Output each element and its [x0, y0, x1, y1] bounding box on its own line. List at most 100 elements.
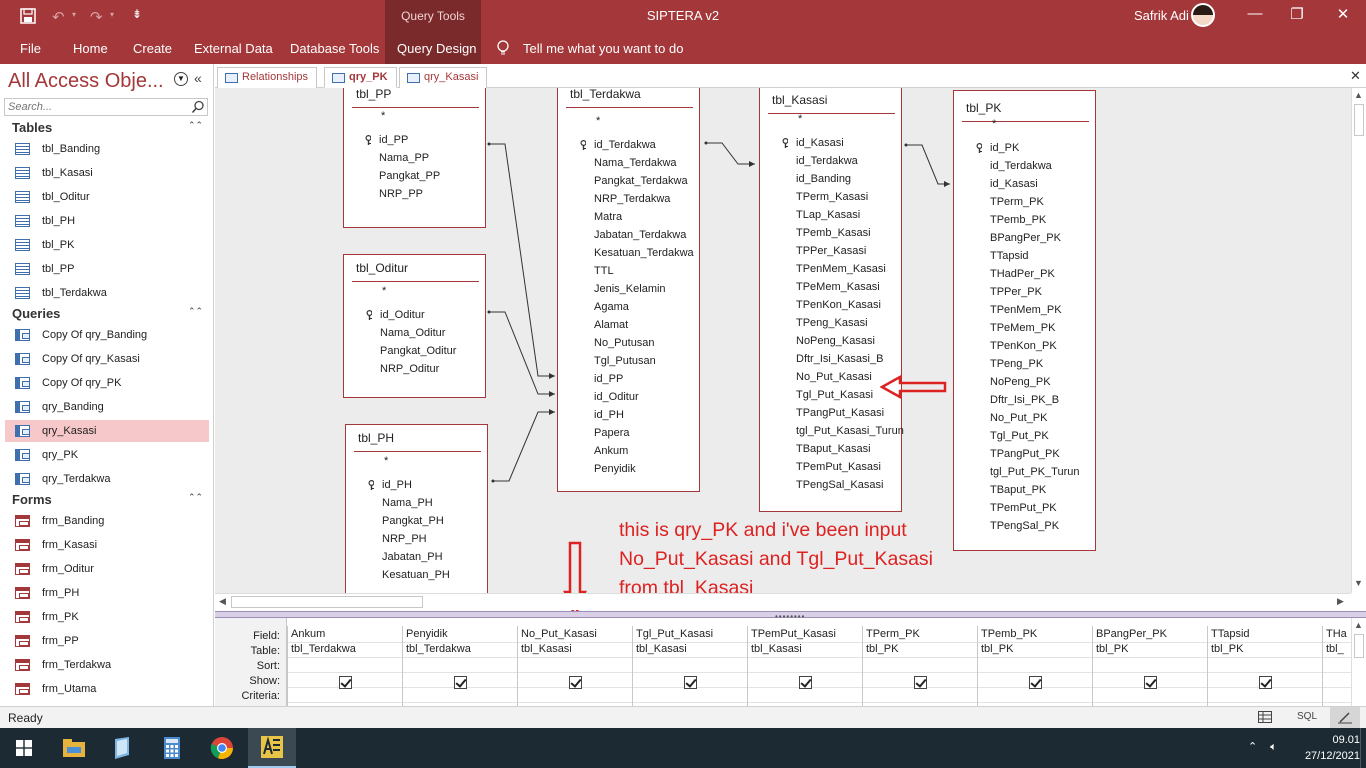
speaker-icon[interactable]: 🔈︎: [1270, 741, 1277, 753]
field-item[interactable]: Tgl_Put_PK: [990, 430, 1049, 442]
canvas-horizontal-scrollbar[interactable]: ◀ ▶: [215, 593, 1351, 610]
primary-key-field[interactable]: id_PP: [379, 134, 408, 146]
nav-item[interactable]: frm_PP: [5, 630, 209, 652]
canvas-vertical-scrollbar[interactable]: ▲ ▼: [1351, 88, 1366, 593]
grid-field-cell[interactable]: No_Put_Kasasi: [521, 628, 597, 640]
grid-field-cell[interactable]: TPemPut_Kasasi: [751, 628, 836, 640]
primary-key-field[interactable]: id_Kasasi: [796, 137, 844, 149]
tab-relationships[interactable]: Relationships: [217, 67, 318, 88]
grid-vertical-scrollbar[interactable]: ▲: [1351, 618, 1366, 706]
nav-item[interactable]: frm_Terdakwa: [5, 654, 209, 676]
field-item[interactable]: TPerm_Kasasi: [796, 191, 868, 203]
datasheet-view-icon[interactable]: [1258, 711, 1272, 726]
avatar[interactable]: [1191, 3, 1215, 27]
field-item[interactable]: *: [596, 115, 600, 127]
notepad-icon[interactable]: [98, 728, 146, 768]
system-tray[interactable]: ⌃ 🔈︎: [1248, 740, 1277, 754]
field-item[interactable]: TBaput_Kasasi: [796, 443, 871, 455]
tab-home[interactable]: Home: [73, 41, 108, 56]
field-list-title[interactable]: tbl_Oditur: [356, 261, 408, 275]
nav-item[interactable]: tbl_Terdakwa: [5, 282, 209, 304]
nav-item[interactable]: tbl_Oditur: [5, 186, 209, 208]
field-item[interactable]: TPeng_Kasasi: [796, 317, 868, 329]
field-item[interactable]: Nama_PH: [382, 497, 433, 509]
chrome-icon[interactable]: [198, 728, 246, 768]
nav-item[interactable]: frm_Banding: [5, 510, 209, 532]
access-app-icon[interactable]: [248, 728, 296, 768]
field-item[interactable]: *: [992, 118, 996, 130]
nav-group-tables[interactable]: Tables: [12, 120, 52, 135]
scroll-right-icon[interactable]: ▶: [1337, 596, 1344, 607]
primary-key-field[interactable]: id_PH: [382, 479, 412, 491]
field-item[interactable]: *: [382, 285, 386, 297]
design-view-icon[interactable]: [1330, 707, 1360, 728]
nav-pane-title[interactable]: All Access Obje...: [8, 70, 164, 93]
grid-column[interactable]: Penyidik tbl_Terdakwa: [402, 626, 518, 706]
close-document-icon[interactable]: ✕: [1350, 68, 1361, 84]
primary-key-field[interactable]: id_Terdakwa: [594, 139, 656, 151]
nav-item[interactable]: tbl_PP: [5, 258, 209, 280]
field-list-tbl-kasasi[interactable]: tbl_Kasasi * id_Kasasi id_Terdakwa id_Bandin…: [759, 88, 904, 512]
field-item[interactable]: Kesatuan_PH: [382, 569, 450, 581]
grid-field-cell[interactable]: Ankum: [291, 628, 325, 640]
collapse-group-icon[interactable]: ⌃⌃: [188, 493, 203, 502]
grid-column[interactable]: TPerm_PK tbl_PK: [862, 626, 978, 706]
field-item[interactable]: Jabatan_PH: [382, 551, 443, 563]
field-item[interactable]: id_Oditur: [594, 391, 639, 403]
minimize-icon[interactable]: —: [1240, 5, 1270, 22]
field-item[interactable]: Papera: [594, 427, 629, 439]
tab-create[interactable]: Create: [133, 41, 172, 56]
tab-database-tools[interactable]: Database Tools: [290, 41, 379, 56]
collapse-group-icon[interactable]: ⌃⌃: [188, 307, 203, 316]
field-item[interactable]: Ankum: [594, 445, 628, 457]
field-list-tbl-terdakwa[interactable]: tbl_Terdakwa * id_Terdakwa Nama_Terdakwa Pan…: [557, 88, 700, 492]
field-item[interactable]: TPenKon_PK: [990, 340, 1057, 352]
collapse-pane-icon[interactable]: «: [194, 70, 202, 86]
join-line[interactable]: [488, 143, 555, 377]
grid-table-cell[interactable]: tbl_: [1326, 643, 1344, 655]
nav-item[interactable]: Copy Of qry_Kasasi: [5, 348, 209, 370]
nav-item[interactable]: qry_PK: [5, 444, 209, 466]
field-list-tbl-pp[interactable]: tbl_PP * id_PP Nama_PP Pangkat_PP NRP_PP: [343, 88, 486, 228]
grid-column[interactable]: Tgl_Put_Kasasi tbl_Kasasi: [632, 626, 748, 706]
nav-item[interactable]: frm_PH: [5, 582, 209, 604]
scroll-left-icon[interactable]: ◀: [219, 596, 226, 607]
nav-item[interactable]: frm_PK: [5, 606, 209, 628]
nav-search[interactable]: [4, 98, 208, 116]
join-line[interactable]: [705, 142, 755, 165]
scroll-up-icon[interactable]: ▲: [1354, 90, 1363, 100]
field-item[interactable]: TPeMem_Kasasi: [796, 281, 880, 293]
field-item[interactable]: id_Terdakwa: [990, 160, 1052, 172]
nav-item[interactable]: qry_Terdakwa: [5, 468, 209, 490]
nav-item[interactable]: tbl_PK: [5, 234, 209, 256]
field-list-title[interactable]: tbl_Terdakwa: [570, 88, 641, 101]
field-item[interactable]: TPenKon_Kasasi: [796, 299, 881, 311]
field-item[interactable]: Agama: [594, 301, 629, 313]
nav-item[interactable]: tbl_Kasasi: [5, 162, 209, 184]
tab-qry-pk[interactable]: qry_PK: [324, 67, 397, 88]
grid-table-cell[interactable]: tbl_PK: [981, 643, 1013, 655]
nav-item[interactable]: qry_Kasasi: [5, 420, 209, 442]
show-checkbox[interactable]: [339, 676, 352, 689]
field-item[interactable]: No_Putusan: [594, 337, 655, 349]
file-explorer-icon[interactable]: [50, 728, 98, 768]
field-item[interactable]: Pangkat_PH: [382, 515, 444, 527]
grid-table-cell[interactable]: tbl_PK: [1211, 643, 1243, 655]
field-item[interactable]: TPeng_PK: [990, 358, 1043, 370]
tell-me-search[interactable]: Tell me what you want to do: [523, 41, 683, 56]
field-item[interactable]: *: [384, 455, 388, 467]
grid-table-cell[interactable]: tbl_PK: [866, 643, 898, 655]
nav-item[interactable]: tbl_PH: [5, 210, 209, 232]
field-item[interactable]: Nama_PP: [379, 152, 429, 164]
field-list-title[interactable]: tbl_PK: [966, 101, 1001, 115]
field-item[interactable]: TPenMem_Kasasi: [796, 263, 886, 275]
field-item[interactable]: TPerm_PK: [990, 196, 1044, 208]
nav-item[interactable]: Copy Of qry_PK: [5, 372, 209, 394]
user-name[interactable]: Safrik Adi: [1134, 8, 1189, 23]
grid-field-cell[interactable]: TTapsid: [1211, 628, 1250, 640]
field-item[interactable]: *: [381, 110, 385, 122]
field-item[interactable]: id_Banding: [796, 173, 851, 185]
pane-splitter[interactable]: ••••••••: [215, 611, 1366, 621]
field-item[interactable]: NRP_Oditur: [380, 363, 439, 375]
show-checkbox[interactable]: [454, 676, 467, 689]
